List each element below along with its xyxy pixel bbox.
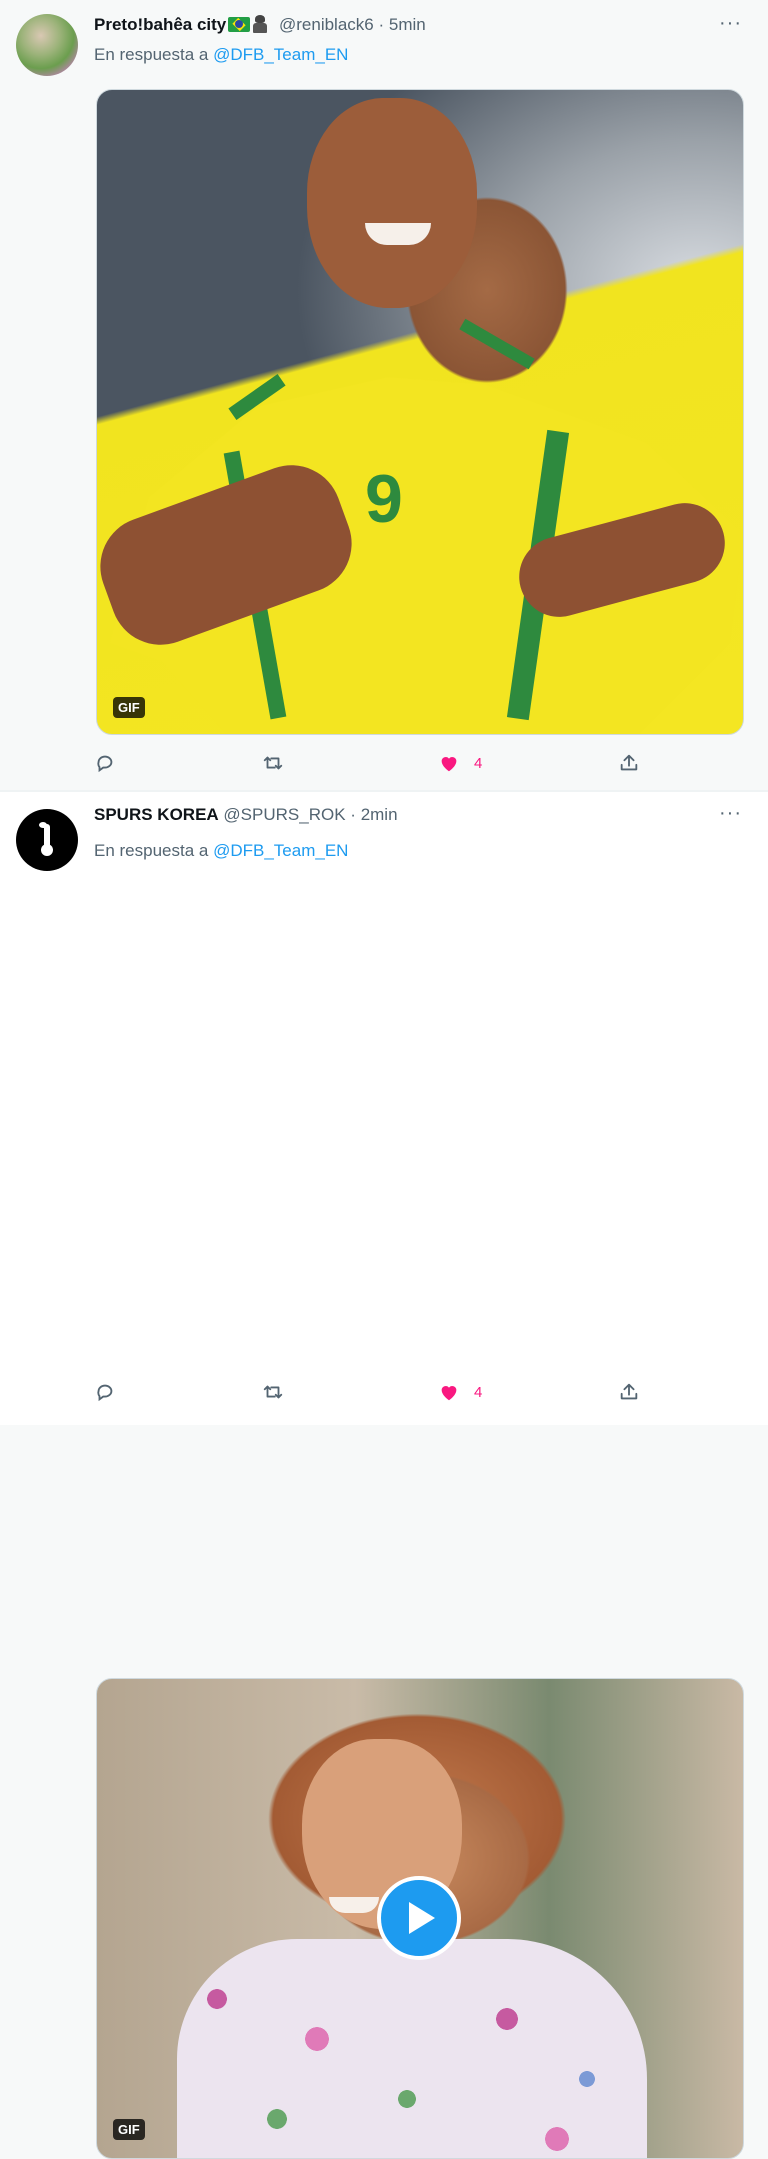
more-options-icon[interactable]: ··· xyxy=(719,802,742,825)
share-button[interactable] xyxy=(618,752,640,774)
hooded-figure-emoji xyxy=(252,15,268,33)
reply-mention-link[interactable]: @DFB_Team_EN xyxy=(213,45,348,64)
like-count: 4 xyxy=(474,754,483,772)
reply-context: En respuesta a @DFB_Team_EN xyxy=(94,841,348,861)
tweet-time[interactable]: 2min xyxy=(361,805,398,824)
like-count: 4 xyxy=(474,1383,483,1401)
reply-mention-link[interactable]: @DFB_Team_EN xyxy=(213,841,348,860)
tweet[interactable]: SPURS KOREA @SPURS_ROK · 2min ··· En res… xyxy=(0,792,768,2159)
gif-badge: GIF xyxy=(113,2119,145,2140)
gif-badge: GIF xyxy=(113,697,145,718)
share-icon xyxy=(620,754,638,771)
retweet-button[interactable] xyxy=(262,1381,284,1403)
author-handle[interactable]: @reniblack6 xyxy=(279,15,374,34)
tweet-actions: 4 xyxy=(94,752,742,778)
tweet-time[interactable]: 5min xyxy=(389,15,426,34)
tweet-header: SPURS KOREA @SPURS_ROK · 2min xyxy=(94,805,398,825)
retweet-icon xyxy=(263,1385,283,1399)
separator-dot: · xyxy=(350,805,356,824)
author-handle[interactable]: @SPURS_ROK xyxy=(223,805,345,824)
play-button[interactable] xyxy=(377,1876,461,1960)
tweet-actions: 4 xyxy=(94,1381,742,1407)
user-avatar[interactable] xyxy=(16,809,78,871)
reply-prefix: En respuesta a xyxy=(94,841,209,860)
heart-icon xyxy=(441,1386,457,1401)
play-icon xyxy=(409,1902,435,1934)
reply-button[interactable] xyxy=(94,1381,116,1403)
retweet-icon xyxy=(263,756,283,770)
author-name[interactable]: Preto!bahêa city xyxy=(94,15,226,34)
reply-button[interactable] xyxy=(94,752,116,774)
tweet[interactable]: Preto!bahêa city @reniblack6 · 5min ··· … xyxy=(0,0,768,790)
reply-icon xyxy=(97,755,113,773)
tweet-header: Preto!bahêa city @reniblack6 · 5min xyxy=(94,15,426,35)
retweet-button[interactable] xyxy=(262,752,284,774)
reply-icon xyxy=(97,1384,113,1402)
user-avatar[interactable] xyxy=(16,14,78,76)
brazil-flag-emoji xyxy=(228,17,251,32)
like-button[interactable]: 4 xyxy=(438,752,482,774)
smiling-footballer-image: 9 xyxy=(97,90,743,734)
share-button[interactable] xyxy=(618,1381,640,1403)
tweet-media-gif[interactable]: GIF xyxy=(96,1678,744,2159)
spurs-logo-icon xyxy=(36,822,58,858)
tweet-media-gif[interactable]: 9 GIF xyxy=(96,89,744,735)
more-options-icon[interactable]: ··· xyxy=(719,12,742,35)
floral-blouse-image xyxy=(177,1939,647,2158)
separator-dot: · xyxy=(378,15,385,34)
like-button[interactable]: 4 xyxy=(438,1381,482,1403)
author-name[interactable]: SPURS KOREA xyxy=(94,805,219,824)
reply-prefix: En respuesta a xyxy=(94,45,209,64)
heart-icon xyxy=(441,757,457,772)
reply-context: En respuesta a @DFB_Team_EN xyxy=(94,45,348,65)
share-icon xyxy=(620,1383,638,1400)
